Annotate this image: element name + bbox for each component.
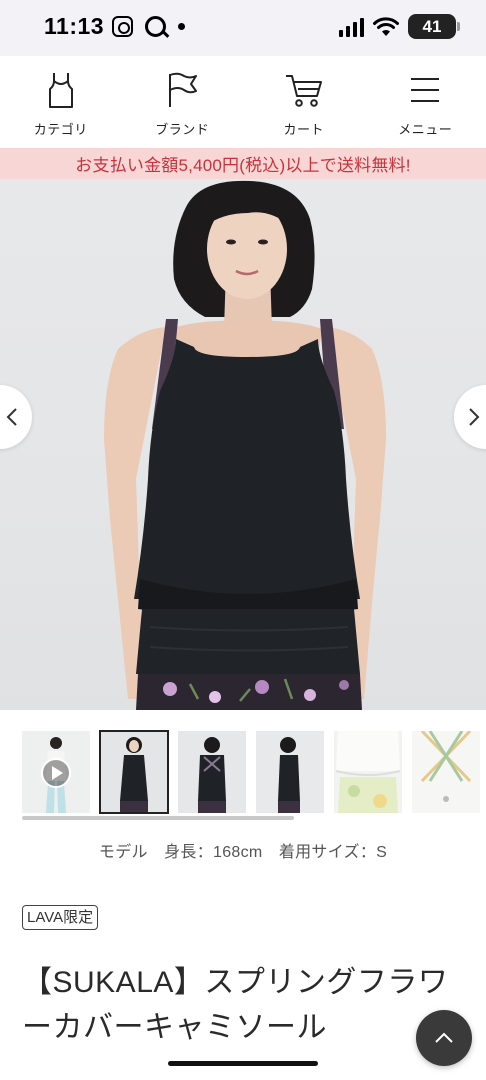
status-time: 11:13 (44, 13, 105, 39)
chevron-right-icon (469, 408, 480, 426)
notification-dot-icon (178, 23, 185, 30)
cart-icon (284, 70, 324, 110)
header-nav: カテゴリ ブランド カート メニュー (0, 56, 486, 148)
thumbnail-detail-straps[interactable] (412, 731, 480, 813)
thumbnail-back[interactable] (178, 731, 246, 813)
flag-icon (162, 70, 202, 110)
hamburger-menu-icon (405, 70, 445, 110)
chevron-up-icon (435, 1032, 453, 1043)
promo-text: お支払い金額5,400円(税込)以上で送料無料! (75, 156, 411, 175)
model-photo (104, 180, 386, 710)
scroll-to-top-button[interactable] (416, 1010, 472, 1066)
battery-icon: 41 (408, 14, 460, 39)
nav-label-cart: カート (283, 122, 324, 137)
thumbnail-side[interactable] (256, 731, 324, 813)
chevron-left-icon (6, 408, 17, 426)
status-bar: 11:13 41 (0, 0, 486, 56)
model-info: モデル 身長：168cm 着用サイズ：S (98, 844, 388, 861)
nav-label-brand: ブランド (155, 122, 210, 137)
nav-brand[interactable]: ブランド (122, 56, 244, 148)
nav-label-menu: メニュー (398, 122, 453, 137)
home-indicator (168, 1061, 318, 1066)
thumbnail-video[interactable] (22, 731, 90, 813)
nav-cart[interactable]: カート (243, 56, 365, 148)
thumbnail-front[interactable] (99, 730, 169, 814)
lava-limited-badge: LAVA限定 (22, 905, 99, 930)
product-title: 【SUKALA】スプリングフラワーカバーキャミソール (22, 966, 449, 1044)
thumbnail-detail-white[interactable] (334, 731, 402, 813)
nav-menu[interactable]: メニュー (365, 56, 486, 148)
tank-top-icon (41, 70, 81, 110)
thumbnail-scrollbar[interactable] (22, 816, 294, 820)
cellular-signal-icon (338, 17, 364, 37)
product-main-image[interactable] (0, 179, 486, 710)
wifi-icon (373, 16, 399, 36)
nav-category[interactable]: カテゴリ (0, 56, 122, 148)
free-shipping-banner: お支払い金額5,400円(税込)以上で送料無料! (0, 148, 486, 179)
thumbnail-strip[interactable] (22, 728, 486, 816)
search-app-icon (145, 16, 166, 37)
instagram-icon (112, 16, 133, 37)
nav-label-category: カテゴリ (33, 122, 88, 137)
